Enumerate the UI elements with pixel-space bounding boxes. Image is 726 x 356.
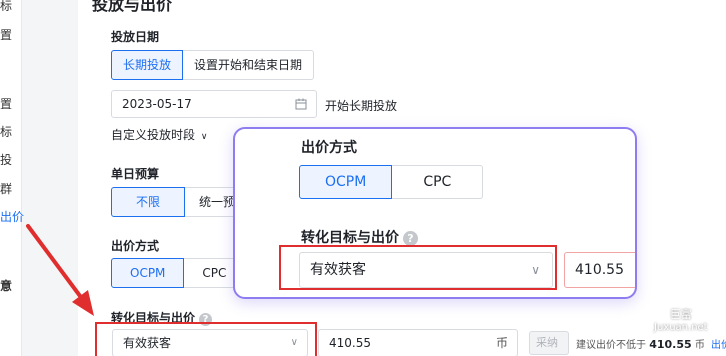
popup-bid-value: 410.55 bbox=[575, 262, 624, 278]
zoom-callout: 出价方式 OCPM CPC 转化目标与出价? 有效获客 ∨ 410.55 bbox=[233, 127, 637, 299]
popup-bid-method-label: 出价方式 bbox=[301, 140, 357, 156]
help-icon[interactable]: ? bbox=[403, 231, 418, 246]
watermark-line2: Juxuan.net bbox=[654, 322, 708, 333]
popup-cpc-option[interactable]: CPC bbox=[392, 165, 484, 199]
popup-bid-method-toggle: OCPM CPC bbox=[299, 165, 484, 199]
arrow-left bbox=[26, 224, 94, 316]
popup-ocpm-option[interactable]: OCPM bbox=[299, 165, 393, 199]
popup-conversion-goal-label: 转化目标与出价? bbox=[301, 227, 418, 247]
popup-highlight-box bbox=[279, 245, 557, 290]
popup-bid-input[interactable]: 410.55 bbox=[564, 252, 635, 288]
popup-conversion-goal-text: 转化目标与出价 bbox=[301, 230, 399, 246]
watermark-line1: 巨富 bbox=[669, 308, 692, 321]
watermark: 巨富 Juxuan.net bbox=[654, 308, 708, 334]
